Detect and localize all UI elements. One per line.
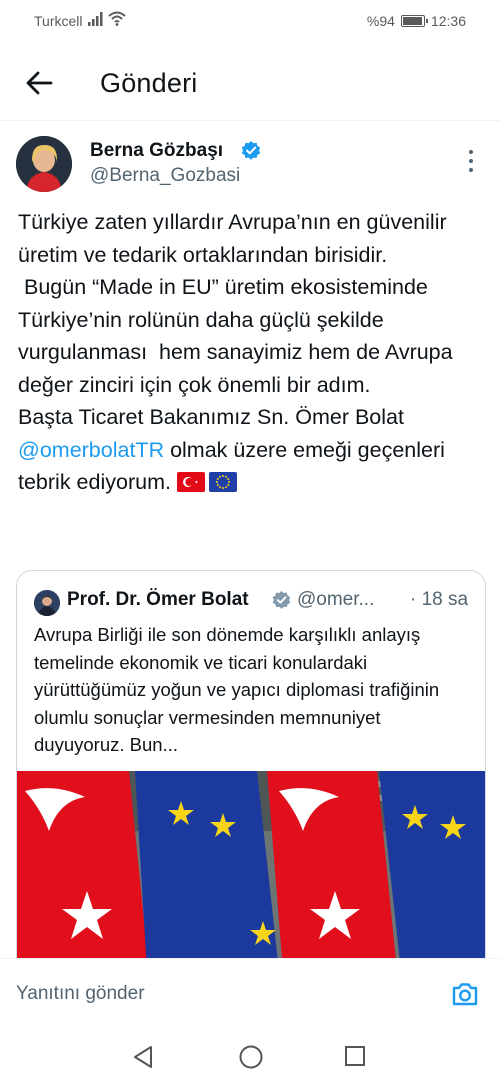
quoted-author-handle: @omer...	[297, 589, 375, 610]
tweet-paragraph-3-start: Başta Ticaret Bakanımız Sn. Ömer Bolat	[18, 405, 410, 429]
tweet-paragraph-2: Bugün “Made in EU” üretim ekosisteminde …	[18, 275, 459, 397]
mention-link[interactable]: @omerbolatTR	[18, 438, 164, 462]
quoted-media-image	[17, 771, 485, 971]
verified-icon	[272, 590, 291, 609]
page-title: Gönderi	[100, 68, 198, 98]
clock: 12:36	[430, 13, 466, 29]
wifi-icon	[108, 11, 126, 26]
battery-percent: %94	[366, 13, 395, 29]
system-nav-bar	[0, 1030, 500, 1084]
eu-flag-icon	[208, 472, 237, 492]
quoted-author-name: Prof. Dr. Ömer Bolat	[67, 589, 249, 610]
back-arrow-icon[interactable]	[24, 68, 54, 98]
flag-emojis	[176, 472, 237, 492]
camera-icon[interactable]	[450, 979, 480, 1009]
status-right: %94 12:36	[367, 13, 466, 29]
status-bar: Turkcell %94 12:36	[0, 0, 500, 44]
nav-home-icon[interactable]	[238, 1044, 264, 1070]
battery-icon	[400, 15, 428, 27]
turkey-flag-icon	[176, 472, 205, 492]
top-app-bar: Gönderi	[0, 44, 500, 121]
more-vertical-icon[interactable]	[464, 148, 478, 174]
tweet-paragraph-1: Türkiye zaten yıllardır Avrupa’nın en gü…	[18, 210, 453, 267]
author-name[interactable]: Berna Gözbaşı	[90, 140, 223, 162]
quoted-tweet-card[interactable]: Prof. Dr. Ömer Bolat @omer... · 18 sa Av…	[16, 570, 486, 972]
tweet-paragraph-3: Başta Ticaret Bakanımız Sn. Ömer Bolat @…	[18, 401, 488, 499]
signal-icon	[88, 12, 103, 26]
tweet-body: Türkiye zaten yıllardır Avrupa’nın en gü…	[18, 206, 488, 499]
reply-input[interactable]: Yanıtını gönder	[16, 983, 145, 1005]
carrier-label: Turkcell	[34, 13, 83, 29]
nav-back-icon[interactable]	[132, 1045, 154, 1069]
verified-icon	[241, 141, 261, 160]
author-handle[interactable]: @Berna_Gozbasi	[90, 165, 240, 187]
quoted-tweet-text: Avrupa Birliği ile son dönemde karşılıkl…	[34, 624, 440, 755]
author-avatar[interactable]	[16, 136, 72, 192]
nav-recents-icon[interactable]	[344, 1045, 366, 1067]
reply-bar: Yanıtını gönder	[0, 958, 500, 1031]
quoted-author-avatar	[34, 590, 60, 616]
tweet-author-row: Berna Gözbaşı @Berna_Gozbasi	[0, 130, 500, 192]
quoted-timestamp: · 18 sa	[410, 589, 469, 610]
